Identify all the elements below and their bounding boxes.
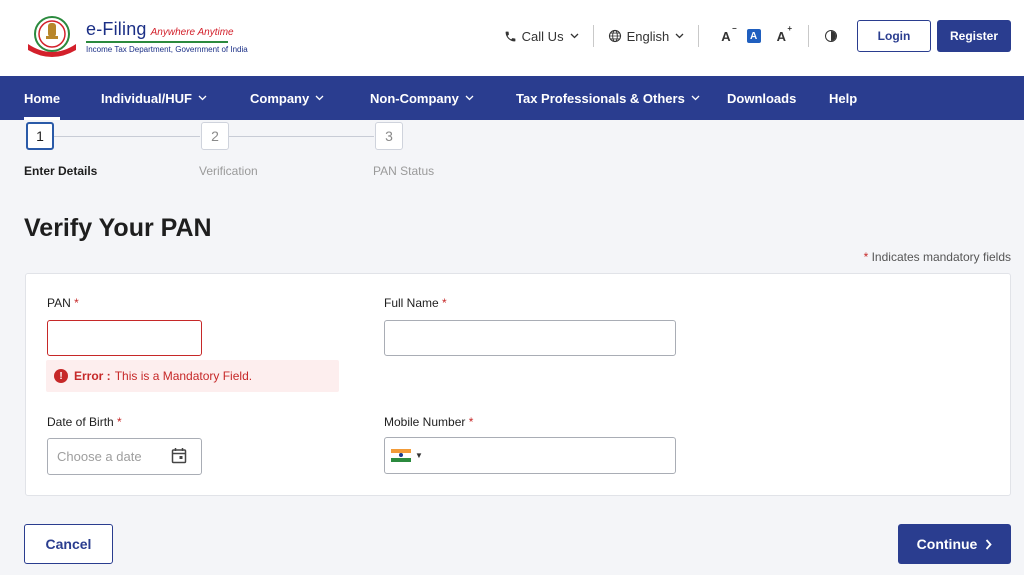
dob-date-input[interactable]: Choose a date [47,438,202,475]
nav-label: Individual/HUF [101,90,192,106]
mandatory-note-text: Indicates mandatory fields [871,250,1011,264]
dob-label: Date of Birth * [47,415,122,429]
continue-label: Continue [916,536,978,552]
required-star: * [468,415,474,429]
mobile-number-input[interactable]: ▼ [384,437,676,474]
required-star: * [863,250,869,264]
step-2-indicator: 2 [201,122,229,150]
main-nav: Home Individual/HUF Company Non-Company … [0,76,1024,120]
brand-name: e-Filing [86,18,147,39]
font-increase-button[interactable]: A + [776,24,792,44]
nav-label: Non-Company [370,90,459,106]
full-name-input[interactable] [384,320,676,356]
pan-label-text: PAN [47,296,71,310]
india-flag-icon[interactable] [391,449,411,462]
step-1-label: Enter Details [24,164,98,178]
full-name-label-text: Full Name [384,296,439,310]
nav-item-company[interactable]: Company [250,76,324,120]
brand-tagline: Anywhere Anytime [150,26,234,38]
dob-label-text: Date of Birth [47,415,114,429]
error-text: This is a Mandatory Field. [114,369,253,383]
calendar-icon[interactable] [171,447,187,467]
font-default-button[interactable]: A [746,29,761,43]
nav-label: Downloads [727,90,797,106]
caret-down-icon[interactable]: ▼ [415,451,423,460]
call-us-label: Call Us [521,28,564,44]
pan-error-message: ! Error : This is a Mandatory Field. [46,360,339,392]
mobile-label-text: Mobile Number [384,415,466,429]
chevron-right-icon [985,538,993,550]
font-increase-label: A [776,28,786,44]
site-header: e-Filing Anywhere Anytime Income Tax Dep… [0,0,1024,76]
required-star: * [74,296,79,310]
divider [592,25,594,47]
required-star: * [442,296,447,310]
pan-input[interactable] [47,320,202,356]
step-3-indicator: 3 [375,122,403,150]
nav-item-downloads[interactable]: Downloads [727,76,796,120]
error-icon: ! [54,369,68,383]
mobile-label: Mobile Number * [384,415,473,429]
brand-subtitle: Income Tax Department, Government of Ind… [86,44,248,54]
language-dropdown[interactable]: English [608,29,685,44]
divider [698,25,700,47]
step-3-label: PAN Status [373,164,435,178]
pan-label: PAN * [47,296,79,310]
contrast-toggle-icon[interactable] [825,30,837,42]
chevron-down-icon [198,95,207,101]
chevron-down-icon [465,95,474,101]
chevron-down-icon [315,95,324,101]
step-2-label: Verification [199,164,258,178]
chevron-down-icon [570,33,579,39]
efiling-logo[interactable]: e-Filing Anywhere Anytime Income Tax Dep… [24,14,248,58]
nav-label: Company [250,90,310,106]
divider [808,25,809,47]
national-emblem-icon [24,14,80,58]
phone-icon [504,30,517,43]
cancel-button[interactable]: Cancel [24,524,113,564]
logo-divider [86,40,228,43]
chevron-down-icon [691,95,700,101]
mandatory-fields-note: * Indicates mandatory fields [864,250,1011,264]
stepper-connector [54,136,200,137]
page-title: Verify Your PAN [24,214,212,242]
nav-item-help[interactable]: Help [829,76,857,120]
font-decrease-button[interactable]: A − [721,24,736,44]
error-prefix: Error : [74,369,111,383]
nav-label: Home [24,90,61,106]
full-name-label: Full Name * [384,296,447,310]
step-1-indicator: 1 [26,122,54,150]
nav-item-home[interactable]: Home [24,76,61,120]
nav-item-non-company[interactable]: Non-Company [370,76,474,120]
continue-button[interactable]: Continue [898,524,1011,564]
header-actions: Call Us English A − A A + Login Register [504,20,1011,52]
globe-icon [608,29,622,43]
stepper-connector [229,136,374,137]
chevron-down-icon [675,33,684,39]
font-decrease-label: A [721,28,731,44]
nav-item-tax-professionals[interactable]: Tax Professionals & Others [516,76,700,120]
call-us-dropdown[interactable]: Call Us [504,29,579,44]
language-label: English [626,28,670,44]
login-button[interactable]: Login [857,20,931,52]
nav-label: Help [829,90,858,106]
nav-item-individual-huf[interactable]: Individual/HUF [101,76,207,120]
dob-placeholder: Choose a date [57,449,142,464]
nav-label: Tax Professionals & Others [516,90,685,106]
required-star: * [117,415,122,429]
register-button[interactable]: Register [937,20,1011,52]
